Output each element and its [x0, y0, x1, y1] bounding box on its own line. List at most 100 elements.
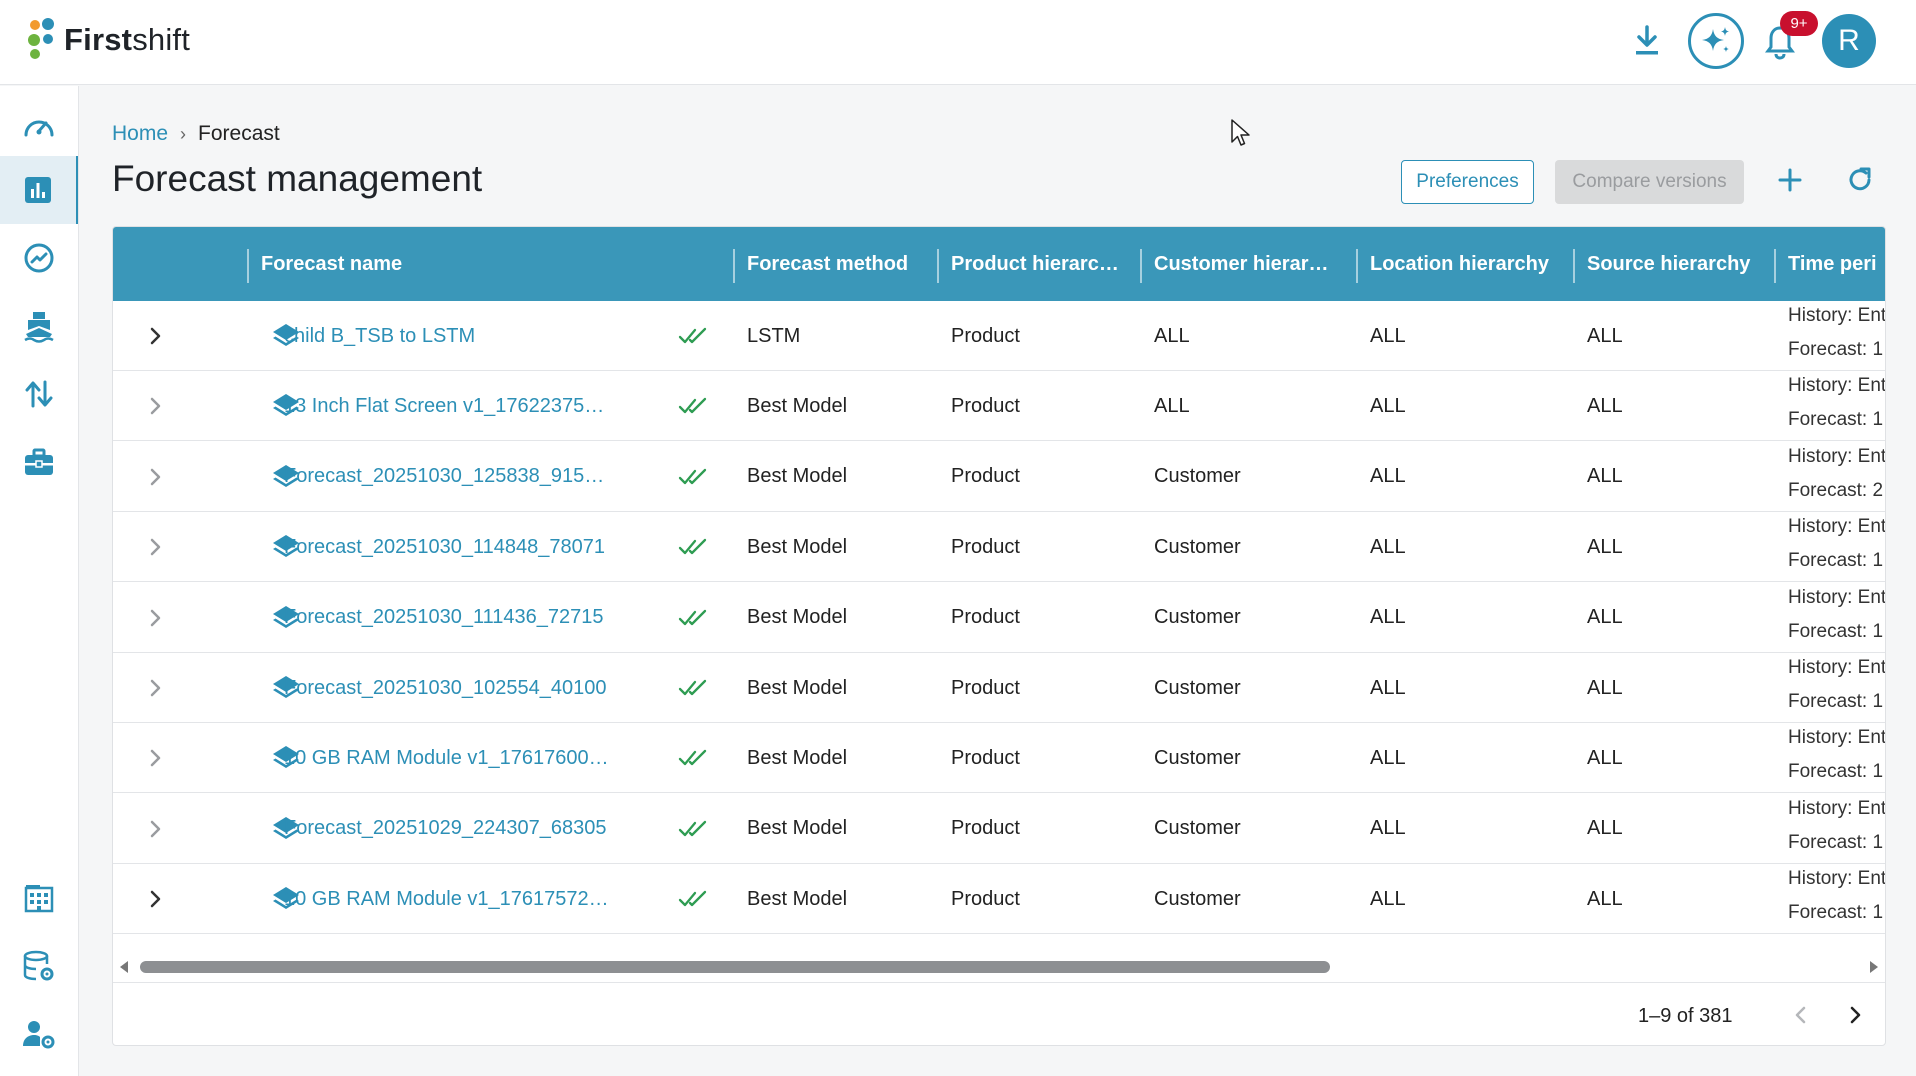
double-check-icon	[678, 653, 708, 723]
header-forecast-method[interactable]: Forecast method	[747, 227, 937, 301]
forecast-name-link[interactable]: Forecast_20251030_114848_78071	[284, 536, 605, 559]
table-row[interactable]: Forecast_20251029_224307_68305 Best Model…	[113, 794, 1885, 864]
source-hierarchy: ALL	[1587, 676, 1623, 699]
ai-assistant-button[interactable]	[1688, 13, 1744, 69]
plus-icon[interactable]	[1772, 162, 1808, 198]
table-row[interactable]: Forecast_20251030_125838_9153… Best Model…	[113, 442, 1885, 512]
time-period: History: Ent Forecast: 1	[1788, 512, 1885, 582]
location-hierarchy: ALL	[1370, 817, 1406, 840]
chevron-right-icon[interactable]	[1841, 1001, 1869, 1029]
header-forecast-name[interactable]: Forecast name	[261, 227, 561, 301]
table-row[interactable]: 10 GB RAM Module v1_176175720… Best Model…	[113, 864, 1885, 935]
time-period: History: Ent Forecast: 1	[1788, 864, 1885, 934]
chevron-right-icon	[150, 609, 161, 626]
expand-row-button[interactable]	[143, 442, 167, 512]
location-hierarchy: ALL	[1370, 394, 1406, 417]
compare-versions-button[interactable]: Compare versions	[1555, 160, 1744, 204]
forecast-name-link[interactable]: Forecast_20251030_111436_72715	[284, 606, 604, 629]
header-customer-hierarchy[interactable]: Customer hierar…	[1154, 227, 1350, 301]
speedometer-icon	[24, 120, 54, 137]
expand-row-button[interactable]	[143, 512, 167, 582]
header-location-hierarchy[interactable]: Location hierarchy	[1370, 227, 1570, 301]
table-row[interactable]: 13 Inch Flat Screen v1_176223754… Best Mo…	[113, 371, 1885, 442]
header-time-period[interactable]: Time peri	[1788, 227, 1885, 301]
breadcrumb-home-link[interactable]: Home	[112, 122, 168, 146]
sparkles-icon	[1702, 27, 1729, 52]
location-hierarchy: ALL	[1370, 324, 1406, 347]
time-period: History: Ent Forecast: 1	[1788, 583, 1885, 653]
source-hierarchy: ALL	[1587, 324, 1623, 347]
scroll-left-icon[interactable]	[117, 959, 131, 975]
table-row[interactable]: 10 GB RAM Module v1_176176001… Best Model…	[113, 723, 1885, 794]
forecast-name-link[interactable]: Forecast_20251030_125838_9153…	[284, 465, 614, 488]
source-hierarchy: ALL	[1587, 465, 1623, 488]
table-row[interactable]: Forecast_20251030_114848_78071 Best Model…	[113, 512, 1885, 583]
time-period: History: Ent Forecast: 2	[1788, 442, 1885, 512]
forecast-method: Best Model	[747, 887, 848, 910]
refresh-icon[interactable]	[1842, 162, 1878, 198]
sidebar-item-forecast[interactable]	[0, 156, 78, 224]
product-hierarchy: Product	[951, 324, 1020, 347]
swap-vertical-icon	[25, 380, 53, 408]
breadcrumb: Home › Forecast	[112, 122, 280, 146]
sidebar-item-data-settings[interactable]	[0, 932, 78, 1000]
scroll-right-icon[interactable]	[1867, 959, 1881, 975]
forecast-method: Best Model	[747, 817, 848, 840]
table-row[interactable]: Forecast_20251030_111436_72715 Best Model…	[113, 583, 1885, 653]
chevron-left-icon[interactable]	[1787, 1001, 1815, 1029]
forecast-name-link[interactable]: 13 Inch Flat Screen v1_176223754…	[284, 395, 614, 418]
sidebar-item-analytics[interactable]	[0, 224, 78, 292]
table-row[interactable]: Forecast_20251030_102554_40100 Best Model…	[113, 653, 1885, 723]
time-period-forecast: Forecast: 2	[1788, 479, 1884, 501]
sidebar-item-portfolio[interactable]	[0, 428, 78, 496]
expand-row-button[interactable]	[143, 864, 167, 934]
download-icon[interactable]	[1632, 24, 1662, 58]
scrollbar-thumb[interactable]	[140, 961, 1330, 973]
forecast-name-link[interactable]: 10 GB RAM Module v1_176176001…	[284, 747, 614, 770]
sidebar-item-transfers[interactable]	[0, 360, 78, 428]
forecast-method: Best Model	[747, 676, 848, 699]
customer-hierarchy: Customer	[1154, 676, 1241, 699]
trending-up-icon	[24, 243, 54, 273]
product-hierarchy: Product	[951, 676, 1020, 699]
forecast-name-link[interactable]: Forecast_20251029_224307_68305	[284, 817, 607, 840]
firstshift-logo[interactable]: Firstshift	[28, 18, 190, 62]
horizontal-scrollbar[interactable]	[113, 951, 1885, 981]
customer-hierarchy: Customer	[1154, 606, 1241, 629]
expand-row-button[interactable]	[143, 371, 167, 441]
time-period: History: Ent Forecast: 1	[1788, 653, 1885, 723]
forecast-method: Best Model	[747, 394, 848, 417]
expand-row-button[interactable]	[143, 653, 167, 723]
forecast-name-link[interactable]: child B_TSB to LSTM	[284, 325, 475, 348]
chevron-right-icon	[150, 327, 161, 345]
preferences-button[interactable]: Preferences	[1401, 160, 1534, 204]
header-source-hierarchy[interactable]: Source hierarchy	[1587, 227, 1777, 301]
expand-row-button[interactable]	[143, 301, 167, 371]
chevron-right-icon	[150, 679, 161, 697]
forecast-name-link[interactable]: 10 GB RAM Module v1_176175720…	[284, 888, 614, 911]
time-period-forecast: Forecast: 1	[1788, 902, 1884, 924]
product-hierarchy: Product	[951, 465, 1020, 488]
forecast-method: LSTM	[747, 324, 801, 347]
expand-row-button[interactable]	[143, 723, 167, 793]
user-avatar[interactable]: R	[1822, 14, 1876, 68]
sidebar-item-supply[interactable]	[0, 292, 78, 360]
mouse-cursor-icon	[1231, 119, 1250, 146]
pagination-range: 1–9 of 381	[1638, 1005, 1733, 1027]
sidebar-item-user-settings[interactable]	[0, 1000, 78, 1068]
expand-row-button[interactable]	[143, 583, 167, 653]
time-period-forecast: Forecast: 1	[1788, 620, 1884, 642]
table-row[interactable]: child B_TSB to LSTM LSTM Product ALL ALL ALL H…	[113, 301, 1885, 371]
sidebar-item-organization[interactable]	[0, 864, 78, 932]
header-product-hierarchy[interactable]: Product hierarc…	[951, 227, 1141, 301]
customer-hierarchy: Customer	[1154, 465, 1241, 488]
time-period-forecast: Forecast: 1	[1788, 691, 1884, 712]
sidebar-item-dashboard[interactable]	[0, 92, 78, 160]
logo-mark-icon	[28, 18, 58, 62]
forecast-name-link[interactable]: Forecast_20251030_102554_40100	[284, 677, 607, 700]
breadcrumb-separator: ›	[180, 123, 187, 144]
source-hierarchy: ALL	[1587, 394, 1623, 417]
expand-row-button[interactable]	[143, 794, 167, 864]
time-period-forecast: Forecast: 1	[1788, 409, 1884, 431]
briefcase-icon	[25, 448, 53, 475]
